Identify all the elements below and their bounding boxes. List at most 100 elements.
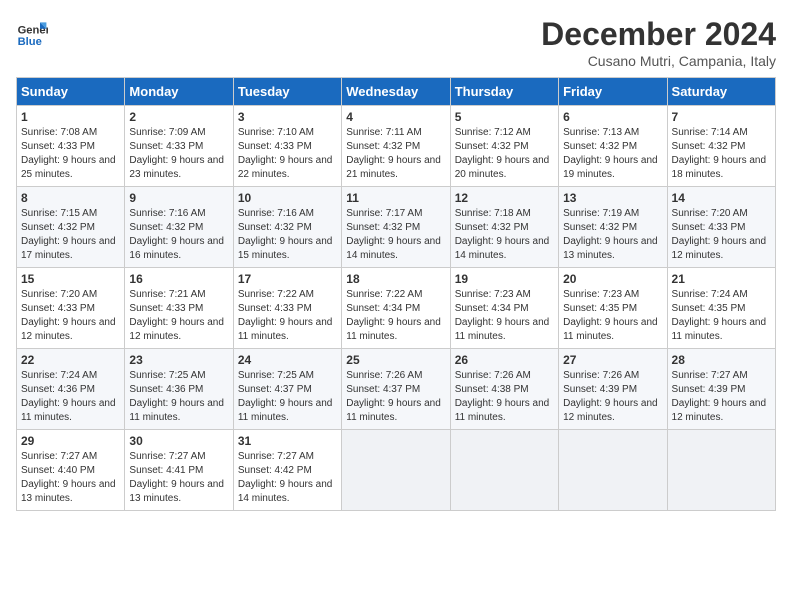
day-info: Sunrise: 7:23 AM Sunset: 4:34 PM Dayligh…: [455, 288, 554, 344]
day-number: 6: [563, 110, 662, 124]
day-info: Sunrise: 7:15 AM Sunset: 4:32 PM Dayligh…: [21, 207, 120, 263]
day-info: Sunrise: 7:21 AM Sunset: 4:33 PM Dayligh…: [129, 288, 228, 344]
header-sunday: Sunday: [17, 78, 125, 106]
day-number: 21: [672, 272, 771, 286]
day-cell: 8 Sunrise: 7:15 AM Sunset: 4:32 PM Dayli…: [17, 187, 125, 268]
day-number: 9: [129, 191, 228, 205]
header-saturday: Saturday: [667, 78, 775, 106]
day-cell: 26 Sunrise: 7:26 AM Sunset: 4:38 PM Dayl…: [450, 349, 558, 430]
day-number: 20: [563, 272, 662, 286]
day-cell: 25 Sunrise: 7:26 AM Sunset: 4:37 PM Dayl…: [342, 349, 450, 430]
day-number: 12: [455, 191, 554, 205]
day-cell: 10 Sunrise: 7:16 AM Sunset: 4:32 PM Dayl…: [233, 187, 341, 268]
day-info: Sunrise: 7:18 AM Sunset: 4:32 PM Dayligh…: [455, 207, 554, 263]
logo: General Blue: [16, 16, 48, 48]
logo-icon: General Blue: [16, 16, 48, 48]
day-cell: [342, 430, 450, 511]
day-cell: 21 Sunrise: 7:24 AM Sunset: 4:35 PM Dayl…: [667, 268, 775, 349]
header-tuesday: Tuesday: [233, 78, 341, 106]
day-info: Sunrise: 7:20 AM Sunset: 4:33 PM Dayligh…: [21, 288, 120, 344]
svg-text:Blue: Blue: [18, 36, 42, 48]
day-info: Sunrise: 7:13 AM Sunset: 4:32 PM Dayligh…: [563, 126, 662, 182]
day-number: 5: [455, 110, 554, 124]
day-cell: 18 Sunrise: 7:22 AM Sunset: 4:34 PM Dayl…: [342, 268, 450, 349]
day-number: 7: [672, 110, 771, 124]
day-number: 11: [346, 191, 445, 205]
day-cell: 27 Sunrise: 7:26 AM Sunset: 4:39 PM Dayl…: [559, 349, 667, 430]
header-thursday: Thursday: [450, 78, 558, 106]
day-info: Sunrise: 7:26 AM Sunset: 4:38 PM Dayligh…: [455, 369, 554, 425]
day-cell: 24 Sunrise: 7:25 AM Sunset: 4:37 PM Dayl…: [233, 349, 341, 430]
day-cell: 3 Sunrise: 7:10 AM Sunset: 4:33 PM Dayli…: [233, 106, 341, 187]
day-number: 17: [238, 272, 337, 286]
day-number: 13: [563, 191, 662, 205]
day-cell: 14 Sunrise: 7:20 AM Sunset: 4:33 PM Dayl…: [667, 187, 775, 268]
day-cell: 11 Sunrise: 7:17 AM Sunset: 4:32 PM Dayl…: [342, 187, 450, 268]
day-number: 28: [672, 353, 771, 367]
calendar-header-row: SundayMondayTuesdayWednesdayThursdayFrid…: [17, 78, 776, 106]
calendar-subtitle: Cusano Mutri, Campania, Italy: [541, 53, 776, 69]
day-cell: 20 Sunrise: 7:23 AM Sunset: 4:35 PM Dayl…: [559, 268, 667, 349]
day-info: Sunrise: 7:17 AM Sunset: 4:32 PM Dayligh…: [346, 207, 445, 263]
day-info: Sunrise: 7:08 AM Sunset: 4:33 PM Dayligh…: [21, 126, 120, 182]
day-info: Sunrise: 7:27 AM Sunset: 4:40 PM Dayligh…: [21, 450, 120, 506]
day-cell: 7 Sunrise: 7:14 AM Sunset: 4:32 PM Dayli…: [667, 106, 775, 187]
day-cell: 19 Sunrise: 7:23 AM Sunset: 4:34 PM Dayl…: [450, 268, 558, 349]
day-info: Sunrise: 7:11 AM Sunset: 4:32 PM Dayligh…: [346, 126, 445, 182]
week-row-5: 29 Sunrise: 7:27 AM Sunset: 4:40 PM Dayl…: [17, 430, 776, 511]
day-info: Sunrise: 7:26 AM Sunset: 4:37 PM Dayligh…: [346, 369, 445, 425]
day-cell: 9 Sunrise: 7:16 AM Sunset: 4:32 PM Dayli…: [125, 187, 233, 268]
calendar-table: SundayMondayTuesdayWednesdayThursdayFrid…: [16, 77, 776, 511]
day-info: Sunrise: 7:12 AM Sunset: 4:32 PM Dayligh…: [455, 126, 554, 182]
day-info: Sunrise: 7:27 AM Sunset: 4:42 PM Dayligh…: [238, 450, 337, 506]
day-number: 24: [238, 353, 337, 367]
day-number: 2: [129, 110, 228, 124]
page-header: General Blue December 2024 Cusano Mutri,…: [16, 16, 776, 69]
day-cell: 22 Sunrise: 7:24 AM Sunset: 4:36 PM Dayl…: [17, 349, 125, 430]
day-info: Sunrise: 7:16 AM Sunset: 4:32 PM Dayligh…: [238, 207, 337, 263]
day-cell: 16 Sunrise: 7:21 AM Sunset: 4:33 PM Dayl…: [125, 268, 233, 349]
day-info: Sunrise: 7:27 AM Sunset: 4:39 PM Dayligh…: [672, 369, 771, 425]
day-cell: 13 Sunrise: 7:19 AM Sunset: 4:32 PM Dayl…: [559, 187, 667, 268]
day-info: Sunrise: 7:25 AM Sunset: 4:36 PM Dayligh…: [129, 369, 228, 425]
day-cell: 4 Sunrise: 7:11 AM Sunset: 4:32 PM Dayli…: [342, 106, 450, 187]
day-cell: 28 Sunrise: 7:27 AM Sunset: 4:39 PM Dayl…: [667, 349, 775, 430]
day-number: 15: [21, 272, 120, 286]
day-info: Sunrise: 7:23 AM Sunset: 4:35 PM Dayligh…: [563, 288, 662, 344]
header-monday: Monday: [125, 78, 233, 106]
day-number: 4: [346, 110, 445, 124]
day-number: 16: [129, 272, 228, 286]
day-cell: 12 Sunrise: 7:18 AM Sunset: 4:32 PM Dayl…: [450, 187, 558, 268]
day-number: 3: [238, 110, 337, 124]
day-cell: [667, 430, 775, 511]
day-cell: 30 Sunrise: 7:27 AM Sunset: 4:41 PM Dayl…: [125, 430, 233, 511]
day-number: 14: [672, 191, 771, 205]
day-number: 8: [21, 191, 120, 205]
day-cell: 17 Sunrise: 7:22 AM Sunset: 4:33 PM Dayl…: [233, 268, 341, 349]
day-cell: [450, 430, 558, 511]
day-number: 23: [129, 353, 228, 367]
day-info: Sunrise: 7:22 AM Sunset: 4:33 PM Dayligh…: [238, 288, 337, 344]
day-number: 31: [238, 434, 337, 448]
day-cell: 1 Sunrise: 7:08 AM Sunset: 4:33 PM Dayli…: [17, 106, 125, 187]
header-friday: Friday: [559, 78, 667, 106]
day-info: Sunrise: 7:25 AM Sunset: 4:37 PM Dayligh…: [238, 369, 337, 425]
day-number: 26: [455, 353, 554, 367]
day-cell: 2 Sunrise: 7:09 AM Sunset: 4:33 PM Dayli…: [125, 106, 233, 187]
day-cell: [559, 430, 667, 511]
day-number: 27: [563, 353, 662, 367]
day-cell: 31 Sunrise: 7:27 AM Sunset: 4:42 PM Dayl…: [233, 430, 341, 511]
week-row-4: 22 Sunrise: 7:24 AM Sunset: 4:36 PM Dayl…: [17, 349, 776, 430]
day-info: Sunrise: 7:10 AM Sunset: 4:33 PM Dayligh…: [238, 126, 337, 182]
day-info: Sunrise: 7:26 AM Sunset: 4:39 PM Dayligh…: [563, 369, 662, 425]
day-info: Sunrise: 7:20 AM Sunset: 4:33 PM Dayligh…: [672, 207, 771, 263]
day-number: 1: [21, 110, 120, 124]
day-info: Sunrise: 7:16 AM Sunset: 4:32 PM Dayligh…: [129, 207, 228, 263]
week-row-3: 15 Sunrise: 7:20 AM Sunset: 4:33 PM Dayl…: [17, 268, 776, 349]
day-number: 29: [21, 434, 120, 448]
day-cell: 29 Sunrise: 7:27 AM Sunset: 4:40 PM Dayl…: [17, 430, 125, 511]
day-info: Sunrise: 7:24 AM Sunset: 4:35 PM Dayligh…: [672, 288, 771, 344]
day-info: Sunrise: 7:27 AM Sunset: 4:41 PM Dayligh…: [129, 450, 228, 506]
day-info: Sunrise: 7:22 AM Sunset: 4:34 PM Dayligh…: [346, 288, 445, 344]
day-number: 30: [129, 434, 228, 448]
